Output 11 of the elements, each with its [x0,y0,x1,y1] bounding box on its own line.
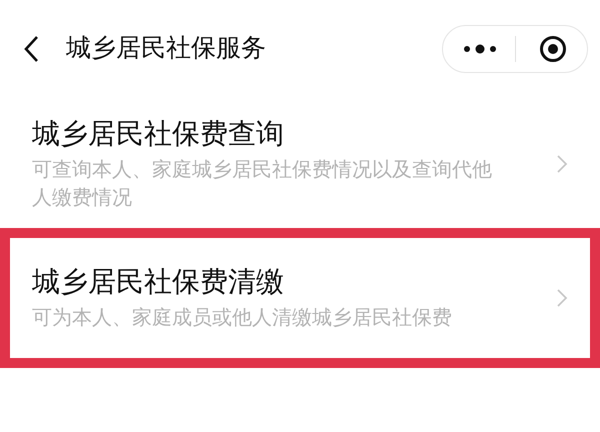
item-description: 可为本人、家庭成员或他人清缴城乡居民社保费 [32,306,453,331]
close-icon[interactable] [539,35,567,63]
chevron-icon [556,154,568,174]
item-description: 可查询本人、家庭城乡居民社保费情况以及查询代他人缴费情况 [32,158,493,211]
chevron-icon [556,288,568,308]
item-title: 城乡居民社保费查询 [32,117,285,151]
more-icon[interactable] [463,44,497,54]
item-title: 城乡居民社保费清缴 [32,265,285,299]
list-item[interactable]: 城乡居民社保费查询 可查询本人、家庭城乡居民社保费情况以及查询代他人缴费情况 [0,98,600,224]
highlighted-list-item[interactable]: 城乡居民社保费清缴 可为本人、家庭成员或他人清缴城乡居民社保费 [0,228,600,368]
page-title: 城乡居民社保服务 [66,33,266,64]
